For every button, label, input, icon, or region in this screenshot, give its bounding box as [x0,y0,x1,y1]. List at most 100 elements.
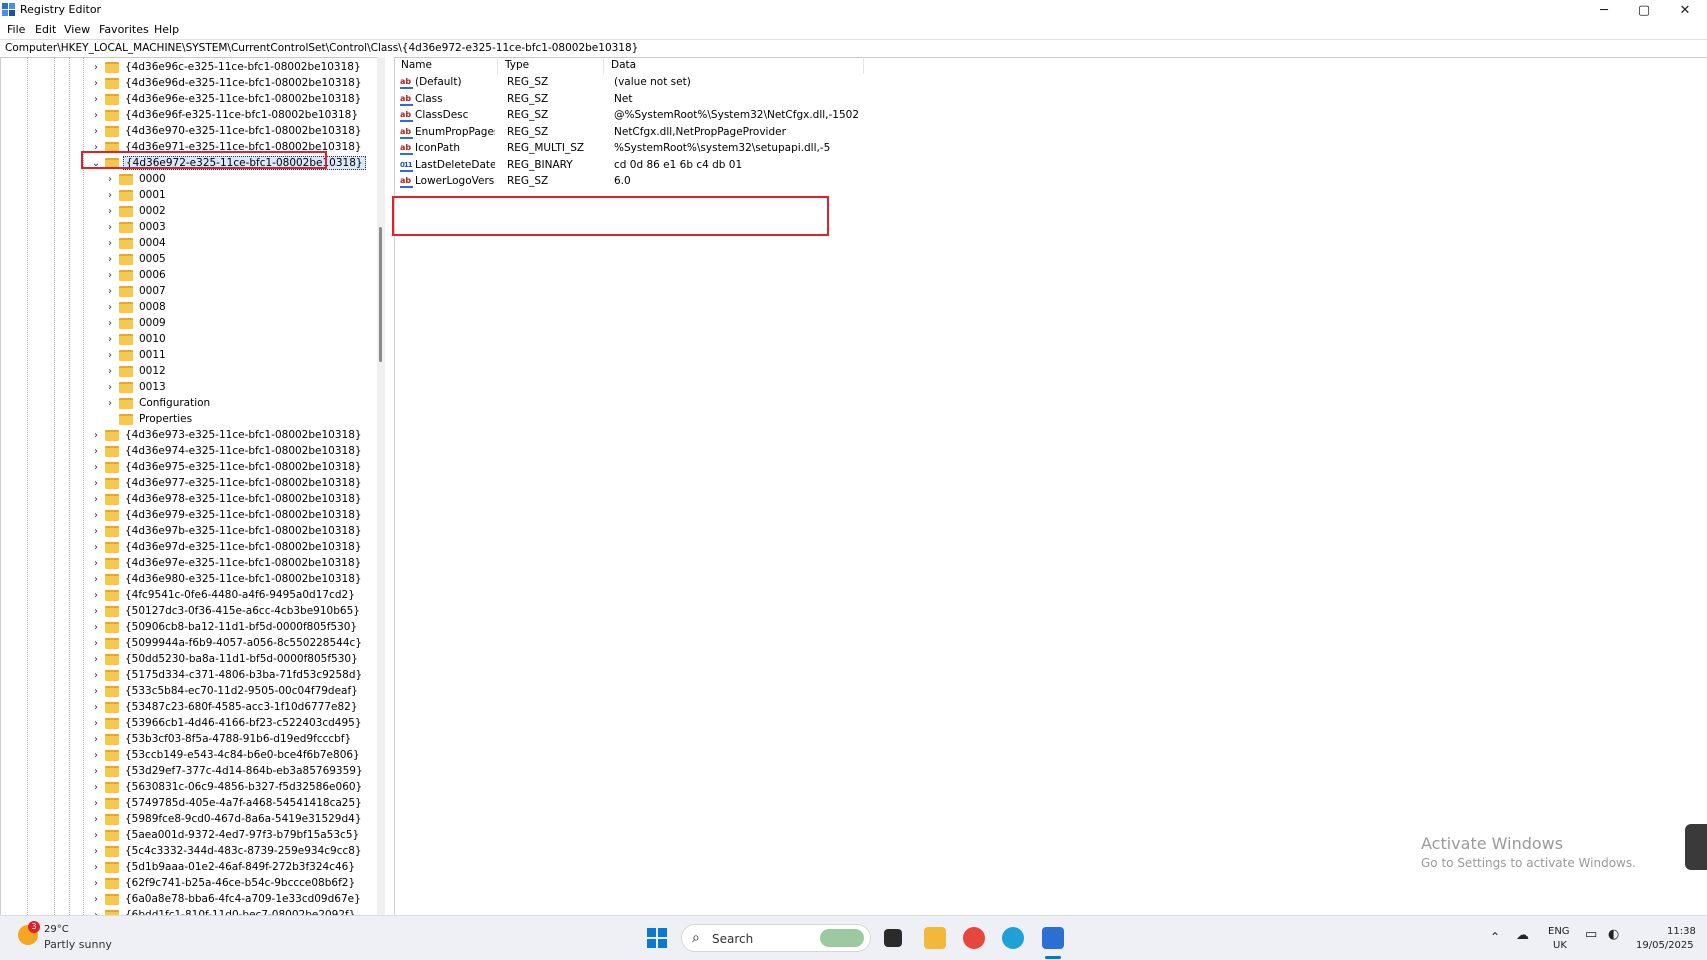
display-icon[interactable]: ▭ [1585,927,1597,942]
file-explorer-icon[interactable] [924,927,946,949]
tree-item[interactable]: › {4d36e97b-e325-11ce-bfc1-08002be10318} [91,523,364,539]
expand-chevron-icon[interactable]: › [105,174,115,185]
tree-item[interactable]: › {5630831c-06c9-4856-b327-f5d32586e060} [91,779,364,795]
expand-chevron-icon[interactable]: › [91,638,101,649]
tree-item[interactable]: › {53ccb149-e543-4c84-b6e0-bce4f6b7e806} [91,747,362,763]
tree-item[interactable]: › {5d1b9aaa-01e2-46af-849f-272b3f324c46} [91,859,357,875]
expand-chevron-icon[interactable]: › [91,94,101,105]
expand-chevron-icon[interactable]: › [105,270,115,281]
tree-item[interactable]: › {4d36e978-e325-11ce-bfc1-08002be10318} [91,491,364,507]
tree-item[interactable]: › {4d36e970-e325-11ce-bfc1-08002be10318} [91,123,364,139]
tree-item[interactable]: › {5c4c3332-344d-483c-8739-259e934c9cc8} [91,843,364,859]
menu-help[interactable]: Help [154,23,179,36]
expand-chevron-icon[interactable]: › [105,254,115,265]
expand-chevron-icon[interactable]: › [91,766,101,777]
tree-item[interactable]: › {50906cb8-ba12-11d1-bf5d-0000f805f530} [91,619,359,635]
maximize-button[interactable]: ▢ [1625,0,1663,20]
tree-item[interactable]: › {4d36e971-e325-11ce-bfc1-08002be10318} [91,139,364,155]
expand-chevron-icon[interactable]: › [105,206,115,217]
expand-chevron-icon[interactable]: › [91,78,101,89]
values-list[interactable]: Name Type Data ab (Default) REG_SZ (value n… [394,57,1707,915]
expand-chevron-icon[interactable]: › [91,590,101,601]
expand-chevron-icon[interactable]: › [91,542,101,553]
weather-temperature[interactable]: 29°C [44,924,69,935]
expand-chevron-icon[interactable]: › [105,302,115,313]
tree-item[interactable]: › {5989fce8-9cd0-467d-8a6a-5419e31529d4} [91,811,364,827]
tree-item[interactable]: › 0012 [105,363,168,379]
tree-item[interactable]: › {4d36e974-e325-11ce-bfc1-08002be10318} [91,443,364,459]
expand-chevron-icon[interactable]: › [91,686,101,697]
expand-chevron-icon[interactable]: › [91,446,101,457]
value-row[interactable]: abEnumPropPages... REG_SZ NetCfgx.dll,NetP… [394,125,864,141]
tree-item[interactable]: › {4d36e96d-e325-11ce-bfc1-08002be10318} [91,75,364,91]
tree-item[interactable]: › {4d36e97e-e325-11ce-bfc1-08002be10318} [91,555,363,571]
expand-chevron-icon[interactable]: › [105,318,115,329]
clock-time[interactable]: 11:38 [1667,926,1696,937]
tree-item[interactable]: › 0013 [105,379,168,395]
expand-chevron-icon[interactable]: › [105,366,115,377]
tree-item[interactable]: › 0009 [105,315,168,331]
expand-chevron-icon[interactable]: › [91,126,101,137]
tree-item[interactable]: › 0007 [105,283,168,299]
expand-chevron-icon[interactable]: › [105,398,115,409]
network-icon[interactable]: ☁ [1516,928,1529,943]
tree-item[interactable]: › {4d36e96c-e325-11ce-bfc1-08002be10318} [91,59,363,75]
weather-description[interactable]: Partly sunny [44,938,112,951]
expand-chevron-icon[interactable]: › [91,110,101,121]
expand-chevron-icon[interactable]: › [105,190,115,201]
volume-icon[interactable]: ◐ [1608,927,1619,942]
expand-chevron-icon[interactable]: › [91,478,101,489]
expand-chevron-icon[interactable]: › [91,750,101,761]
language-indicator[interactable]: ENG [1548,926,1570,937]
expand-chevron-icon[interactable]: › [91,878,101,889]
expand-chevron-icon[interactable]: › [91,894,101,905]
tree-item[interactable]: › {5099944a-f6b9-4057-a056-8c550228544c} [91,635,364,651]
registry-tree[interactable]: › {4d36e96c-e325-11ce-bfc1-08002be10318} ›… [0,57,387,915]
registry-editor-taskbar-icon[interactable] [1042,927,1064,949]
tree-item[interactable]: › {53487c23-680f-4585-acc3-1f10d6777e82} [91,699,360,715]
tree-item-selected[interactable]: ⌄ {4d36e972-e325-11ce-bfc1-08002be10318} [91,155,366,171]
expand-chevron-icon[interactable]: › [105,222,115,233]
address-path[interactable]: Computer\HKEY_LOCAL_MACHINE\SYSTEM\Curre… [5,42,638,54]
column-name[interactable]: Name [394,57,498,74]
minimize-button[interactable]: ─ [1585,0,1623,20]
address-bar[interactable]: Computer\HKEY_LOCAL_MACHINE\SYSTEM\Curre… [0,39,1707,58]
column-data[interactable]: Data [604,57,864,74]
expand-chevron-icon[interactable]: › [91,830,101,841]
value-row[interactable]: ab Class REG_SZ Net [394,92,864,108]
side-panel-tab[interactable] [1685,824,1707,870]
expand-chevron-icon[interactable]: › [91,798,101,809]
tree-item[interactable]: › {4d36e97d-e325-11ce-bfc1-08002be10318} [91,539,364,555]
expand-chevron-icon[interactable]: › [91,430,101,441]
show-hidden-icons-chevron-icon[interactable]: ⌃ [1490,930,1500,944]
tree-item[interactable]: › {4fc9541c-0fe6-4480-a4f6-9495a0d17cd2} [91,587,357,603]
tree-item[interactable]: › 0008 [105,299,168,315]
expand-chevron-icon[interactable]: › [91,606,101,617]
tree-scrollbar[interactable] [377,57,385,915]
expand-chevron-icon[interactable]: › [91,526,101,537]
expand-chevron-icon[interactable]: › [91,622,101,633]
value-row[interactable]: ab (Default) REG_SZ (value not set) [394,75,864,91]
expand-chevron-icon[interactable]: › [105,238,115,249]
tree-item[interactable]: › 0001 [105,187,168,203]
tree-item[interactable]: › {53966cb1-4d46-4166-bf23-c522403cd495} [91,715,364,731]
expand-chevron-icon[interactable]: › [91,846,101,857]
edge-icon[interactable] [1002,927,1024,949]
tree-item[interactable]: › {53b3cf03-8f5a-4788-91b6-d19ed9fcccbf} [91,731,353,747]
tree-scrollbar-thumb[interactable] [379,227,382,362]
start-button[interactable] [646,927,668,949]
tree-item[interactable]: › {4d36e975-e325-11ce-bfc1-08002be10318} [91,459,364,475]
expand-chevron-icon[interactable]: › [91,862,101,873]
expand-chevron-icon[interactable]: › [91,574,101,585]
tree-item[interactable]: › {5749785d-405e-4a7f-a468-54541418ca25} [91,795,364,811]
tree-item[interactable]: › 0004 [105,235,168,251]
menu-file[interactable]: File [7,23,25,36]
expand-chevron-icon[interactable]: › [91,462,101,473]
chrome-icon[interactable] [963,927,985,949]
tree-item[interactable]: › {5175d334-c371-4806-b3ba-71fd53c9258d} [91,667,364,683]
tree-item[interactable]: › {53d29ef7-377c-4d14-864b-eb3a85769359} [91,763,365,779]
tree-item[interactable]: › {5aea001d-9372-4ed7-97f3-b79bf15a53c5} [91,827,361,843]
expand-chevron-icon[interactable]: › [105,286,115,297]
value-row[interactable]: ab IconPath REG_MULTI_SZ %SystemRoot%\syste… [394,141,864,157]
tree-item[interactable]: › {4d36e96f-e325-11ce-bfc1-08002be10318} [91,107,360,123]
